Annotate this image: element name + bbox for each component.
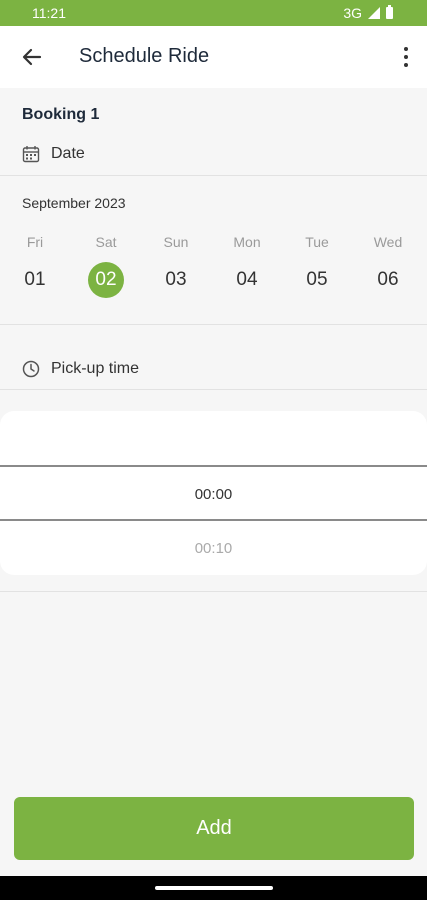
day-option-tue[interactable]: Tue 05 <box>287 232 347 298</box>
day-option-mon[interactable]: Mon 04 <box>217 232 277 298</box>
date-section-header: Date <box>22 145 85 163</box>
date-label: Date <box>51 145 85 162</box>
back-button[interactable] <box>18 43 46 71</box>
signal-icon <box>368 7 380 19</box>
calendar-icon <box>22 146 40 163</box>
status-icons: 3G <box>343 5 393 21</box>
pickup-section-header: Pick-up time <box>22 360 139 378</box>
clock-icon <box>22 360 40 378</box>
app-bar: Schedule Ride <box>0 26 427 88</box>
day-name: Tue <box>305 234 329 250</box>
add-button[interactable]: Add <box>14 797 414 860</box>
time-picker[interactable]: 00:00 00:10 <box>0 411 427 575</box>
arrow-left-icon <box>22 48 42 66</box>
divider <box>0 175 427 176</box>
divider <box>0 591 427 592</box>
day-number: 03 <box>165 269 187 290</box>
day-option-fri[interactable]: Fri 01 <box>5 232 65 298</box>
day-number: 04 <box>236 269 258 290</box>
picker-selection-line <box>0 465 427 467</box>
picker-selection-line <box>0 519 427 521</box>
divider <box>0 324 427 325</box>
day-name: Sun <box>163 234 189 250</box>
page-title: Schedule Ride <box>79 45 210 67</box>
day-option-sat[interactable]: Sat 02 <box>76 232 136 298</box>
more-vert-icon <box>404 47 408 51</box>
day-name: Fri <box>26 234 44 250</box>
day-name: Sat <box>95 234 117 250</box>
time-option-selected[interactable]: 00:00 <box>0 486 427 503</box>
status-time: 11:21 <box>32 5 66 21</box>
home-indicator[interactable] <box>155 886 273 890</box>
pickup-time-label: Pick-up time <box>51 360 140 377</box>
time-option[interactable]: 00:10 <box>0 540 427 557</box>
day-number: 01 <box>24 269 46 290</box>
network-type: 3G <box>343 5 362 21</box>
day-number: 06 <box>377 269 399 290</box>
battery-icon <box>386 5 393 19</box>
status-bar: 11:21 3G <box>0 0 427 26</box>
month-label: September 2023 <box>22 195 126 211</box>
day-name: Wed <box>373 234 403 250</box>
more-options-button[interactable] <box>401 45 411 69</box>
day-option-sun[interactable]: Sun 03 <box>146 232 206 298</box>
day-number: 05 <box>306 269 328 290</box>
divider <box>0 389 427 390</box>
booking-title: Booking 1 <box>22 106 100 123</box>
day-number-selected: 02 <box>88 262 124 298</box>
day-option-wed[interactable]: Wed 06 <box>358 232 418 298</box>
day-name: Mon <box>233 234 261 250</box>
